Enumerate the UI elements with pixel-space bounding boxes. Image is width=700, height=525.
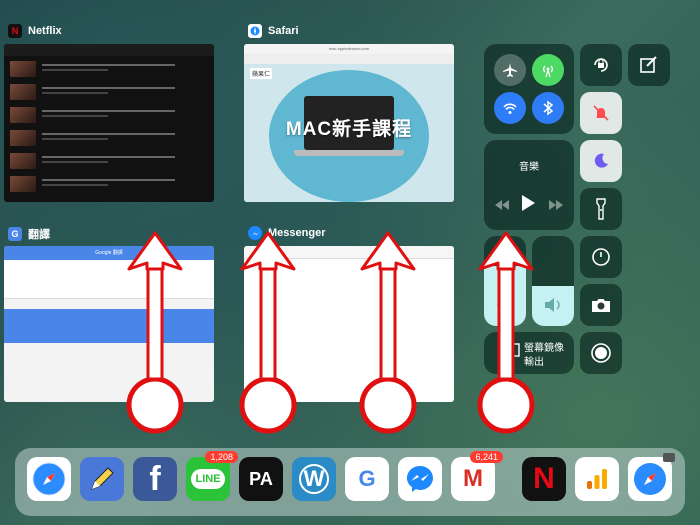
- translate-icon[interactable]: G: [345, 457, 389, 501]
- handoff-icon: [663, 453, 675, 462]
- safari-icon[interactable]: [628, 453, 675, 501]
- pencil-icon[interactable]: [80, 457, 124, 501]
- swipe-up-arrow: [480, 233, 532, 431]
- gmail-icon[interactable]: M 6,241: [451, 451, 503, 501]
- swipe-up-annotation: [0, 0, 700, 525]
- swipe-up-arrow: [362, 233, 414, 431]
- gmail-badge: 6,241: [470, 451, 503, 463]
- line-icon[interactable]: LINE 1,208: [186, 451, 238, 501]
- swipe-up-arrow: [242, 233, 294, 431]
- wordpress-icon[interactable]: W: [292, 457, 336, 501]
- analytics-icon[interactable]: [575, 457, 619, 501]
- swipe-up-arrow: [129, 233, 181, 431]
- dock: f LINE 1,208 PA W G M 6,241 N: [15, 448, 685, 516]
- facebook-icon[interactable]: f: [133, 457, 177, 501]
- safari-icon[interactable]: [27, 457, 71, 501]
- line-badge: 1,208: [205, 451, 238, 463]
- netflix-icon[interactable]: N: [522, 457, 566, 501]
- pa-icon[interactable]: PA: [239, 457, 283, 501]
- messenger-icon[interactable]: [398, 457, 442, 501]
